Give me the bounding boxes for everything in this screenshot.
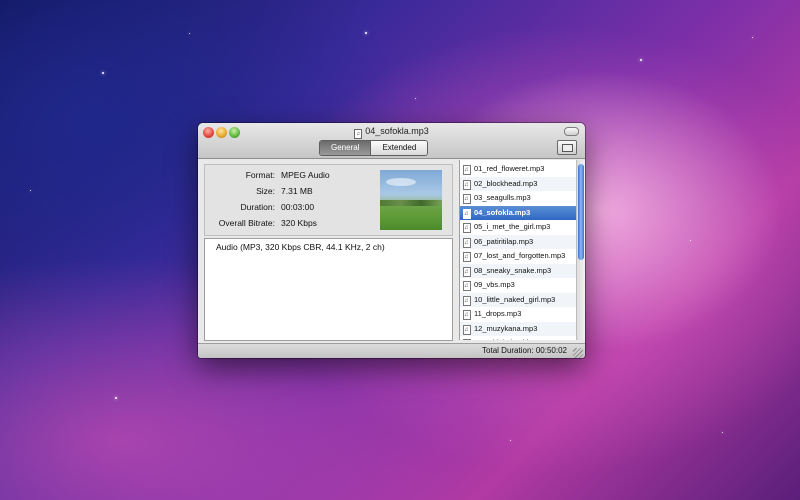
stream-details-box[interactable]: Audio (MP3, 320 Kbps CBR, 44.1 KHz, 2 ch…	[204, 238, 453, 341]
music-file-icon	[463, 178, 471, 192]
playlist-item[interactable]: 01_red_floweret.mp3	[460, 162, 577, 178]
format-value: MPEG Audio	[281, 170, 330, 180]
playlist-item-label: 07_lost_and_forgotten.mp3	[474, 251, 566, 260]
music-file-icon	[463, 207, 471, 221]
playlist-item-label: 10_little_naked_girl.mp3	[474, 294, 556, 304]
star	[690, 240, 691, 241]
playlist[interactable]: 01_red_floweret.mp3 02_blockhead.mp3 03_se…	[459, 160, 577, 340]
playlist-item-label: 11_drops.mp3	[474, 309, 522, 318]
music-file-icon	[463, 221, 471, 236]
window-title-text: 04_sofokla.mp3	[365, 126, 429, 136]
playlist-item-label: 03_seagulls.mp3	[474, 193, 531, 202]
resize-grip-icon[interactable]	[573, 348, 583, 358]
star	[510, 440, 511, 441]
star	[415, 98, 416, 99]
star	[365, 32, 367, 34]
music-file-icon	[463, 250, 471, 265]
titlebar[interactable]: ♫ 04_sofokla.mp3 General Extended	[198, 123, 585, 159]
bitrate-value: 320 Kbps	[281, 218, 317, 228]
music-file-icon: ♫	[354, 129, 363, 139]
playlist-item-label: 08_sneaky_snake.mp3	[474, 265, 552, 275]
size-label: Size:	[256, 186, 275, 196]
playlist-item[interactable]: 12_muzykana.mp3	[460, 321, 577, 337]
view-tabs: General Extended	[319, 140, 429, 156]
playlist-item[interactable]: 09_vbs.mp3	[460, 278, 577, 294]
star	[189, 33, 190, 34]
status-bar: Total Duration: 00:50:02	[198, 343, 585, 358]
playlist-item-label: 12_muzykana.mp3	[474, 323, 538, 333]
format-label: Format:	[245, 170, 275, 180]
playlist-item-label: 01_red_floweret.mp3	[474, 164, 545, 173]
music-file-icon	[463, 323, 471, 337]
duration-label: Duration:	[240, 202, 276, 212]
playlist-item-label: 09_vbs.mp3	[474, 280, 515, 289]
toolbar-toggle-button[interactable]	[564, 127, 579, 136]
music-file-icon	[463, 265, 471, 279]
playlist-item[interactable]: 07_lost_and_forgotten.mp3	[460, 249, 577, 265]
star	[30, 190, 31, 191]
playlist-item-label: 06_patiritilap.mp3	[474, 236, 534, 246]
music-file-icon	[463, 308, 471, 323]
playlist-item-label: 13_utki_indoutki.mp3	[474, 336, 545, 340]
playlist-item[interactable]: 06_patiritilap.mp3	[460, 234, 577, 250]
playlist-item[interactable]: 02_blockhead.mp3	[460, 176, 577, 192]
tab-extended[interactable]: Extended	[370, 141, 428, 155]
playlist-item[interactable]: 08_sneaky_snake.mp3	[460, 263, 577, 279]
album-cover-image	[380, 170, 442, 230]
music-file-icon	[463, 192, 471, 207]
playlist-item[interactable]: 10_little_naked_girl.mp3	[460, 292, 577, 308]
playlist-toggle-button[interactable]	[557, 140, 577, 155]
bitrate-label: Overall Bitrate:	[218, 218, 275, 228]
playlist-item-label: 04_sofokla.mp3	[474, 207, 531, 217]
playlist-scrollbar[interactable]	[576, 160, 585, 340]
total-duration: Total Duration: 00:50:02	[482, 346, 567, 355]
playlist-item-label: 05_i_met_the_girl.mp3	[474, 222, 551, 231]
playlist-item[interactable]: 04_sofokla.mp3	[460, 205, 577, 221]
media-info-window: ♫ 04_sofokla.mp3 General Extended Format:…	[198, 123, 585, 358]
playlist-item-label: 02_blockhead.mp3	[474, 178, 538, 188]
stream-details-text: Audio (MP3, 320 Kbps CBR, 44.1 KHz, 2 ch…	[216, 242, 385, 252]
music-file-icon	[463, 236, 471, 250]
music-file-icon	[463, 337, 471, 340]
size-value: 7.31 MB	[281, 186, 313, 196]
window-title: ♫ 04_sofokla.mp3	[198, 126, 585, 139]
duration-value: 00:03:00	[281, 202, 315, 212]
star	[722, 432, 723, 433]
star	[115, 397, 117, 399]
playlist-item[interactable]: 05_i_met_the_girl.mp3	[460, 220, 577, 236]
music-file-icon	[463, 279, 471, 294]
music-file-icon	[463, 163, 471, 178]
star	[102, 72, 104, 74]
playlist-item[interactable]: 11_drops.mp3	[460, 307, 577, 323]
playlist-scroll-thumb[interactable]	[578, 164, 584, 260]
star	[640, 59, 642, 61]
music-file-icon	[463, 294, 471, 308]
playlist-item[interactable]: 13_utki_indoutki.mp3	[460, 336, 577, 340]
general-info-panel: Format: MPEG Audio Size: 7.31 MB Duratio…	[204, 164, 453, 236]
star	[752, 37, 753, 38]
tab-general[interactable]: General	[320, 141, 371, 155]
playlist-item[interactable]: 03_seagulls.mp3	[460, 191, 577, 207]
